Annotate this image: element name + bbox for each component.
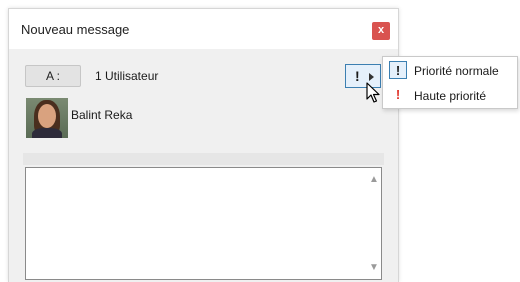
divider — [23, 153, 384, 165]
menu-item-label: Haute priorité — [414, 89, 487, 103]
close-button[interactable]: x — [372, 22, 390, 40]
priority-menu: ! Priorité normale ! Haute priorité — [382, 56, 518, 109]
title-bar: Nouveau message x — [9, 9, 398, 49]
message-textarea[interactable]: ▲ ▼ — [25, 167, 382, 280]
exclamation-icon: ! — [355, 68, 360, 84]
exclamation-red-icon: ! — [395, 87, 401, 102]
avatar — [26, 98, 68, 138]
new-message-window: Nouveau message x A : 1 Utilisateur ! Ba… — [8, 8, 399, 282]
menu-item-high-priority[interactable]: ! Haute priorité — [383, 84, 517, 108]
exclamation-icon: ! — [389, 61, 407, 79]
menu-item-normal-priority[interactable]: ! Priorité normale — [383, 59, 517, 83]
to-button[interactable]: A : — [25, 65, 81, 87]
mouse-cursor-icon — [366, 82, 380, 103]
window-title: Nouveau message — [21, 22, 130, 37]
menu-item-label: Priorité normale — [414, 64, 499, 78]
scroll-up-icon[interactable]: ▲ — [369, 174, 379, 185]
chevron-right-icon — [369, 73, 374, 81]
recipient-name: Balint Reka — [71, 108, 133, 122]
scroll-down-icon[interactable]: ▼ — [369, 262, 379, 273]
recipient-count: 1 Utilisateur — [95, 69, 159, 83]
